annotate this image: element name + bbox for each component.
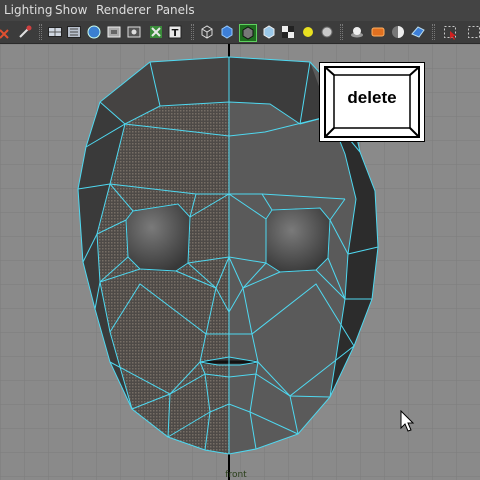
delete-key-overlay: delete — [319, 62, 425, 142]
camera-lock-icon[interactable] — [410, 24, 426, 40]
wireframe-icon[interactable] — [199, 24, 215, 40]
eye-socket-left — [125, 203, 191, 272]
toolbar-separator — [340, 24, 343, 40]
film-gate-icon[interactable] — [106, 24, 122, 40]
field-chart-icon[interactable]: T — [167, 24, 183, 40]
smooth-shade-icon[interactable] — [219, 24, 235, 40]
select-camera-icon[interactable] — [0, 24, 14, 40]
shadows-icon[interactable] — [300, 24, 316, 40]
grid-icon[interactable] — [86, 24, 102, 40]
select-highlight-icon[interactable] — [466, 24, 480, 40]
hardware-render-icon[interactable] — [319, 24, 335, 40]
isolate-select-icon[interactable] — [349, 24, 365, 40]
use-all-lights-icon[interactable] — [280, 24, 296, 40]
resolution-gate-icon[interactable] — [126, 24, 142, 40]
toolbar-separator — [39, 24, 42, 40]
toolbar-separator — [191, 24, 194, 40]
xray-joints-icon[interactable] — [390, 24, 406, 40]
toolbar-separator — [432, 24, 435, 40]
menu-renderer[interactable]: Renderer — [96, 3, 151, 18]
bookmark-icon[interactable] — [47, 24, 63, 40]
mouse-cursor-icon — [400, 409, 416, 438]
menu-show[interactable]: Show — [55, 3, 87, 18]
image-plane-icon[interactable] — [66, 24, 82, 40]
wireframe-on-shaded-icon[interactable] — [239, 24, 257, 42]
textured-icon[interactable] — [261, 24, 277, 40]
svg-text:T: T — [172, 28, 179, 39]
eye-socket-right — [265, 207, 331, 273]
safe-title-icon[interactable] — [148, 24, 164, 40]
menu-bar: Lighting Show Renderer Panels — [0, 0, 480, 21]
select-highlight-icon[interactable] — [442, 24, 458, 40]
camera-view-label: front — [225, 470, 247, 480]
menu-panels[interactable]: Panels — [156, 3, 195, 18]
viewport-panel[interactable]: delete front — [0, 44, 480, 480]
menu-lighting[interactable]: Lighting — [4, 3, 53, 18]
camera-attributes-icon[interactable] — [17, 24, 33, 40]
x-ray-icon[interactable] — [370, 24, 386, 40]
panel-toolbar: T — [0, 21, 480, 44]
delete-key-label: delete — [347, 88, 397, 107]
